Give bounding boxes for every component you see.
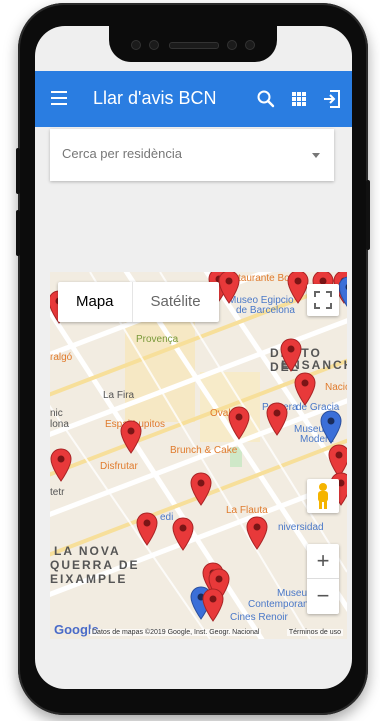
map-marker-icon[interactable] [246, 516, 268, 550]
map-type-map-button[interactable]: Mapa [58, 282, 132, 322]
map-marker-icon[interactable] [172, 517, 194, 551]
zoom-control: + − [307, 544, 339, 614]
district-label: QUERRA DE [50, 558, 140, 572]
map-label: Provença [136, 334, 179, 345]
pegman-icon [318, 483, 328, 509]
map-attribution: Datos de mapas ©2019 Google, Inst. Geogr… [90, 629, 262, 636]
map-marker-icon[interactable] [136, 512, 158, 546]
street-view-button[interactable] [307, 479, 339, 513]
map-marker-blue-icon[interactable] [320, 410, 342, 444]
map-footer: Google Datos de mapas ©2019 Google, Inst… [50, 622, 347, 639]
search-icon[interactable] [254, 87, 278, 111]
map-marker-blue-icon[interactable] [338, 276, 347, 310]
camera-icon [131, 40, 141, 50]
map-label: Museu [277, 588, 308, 599]
grid-icon[interactable] [287, 87, 311, 111]
sensor-icon [245, 40, 255, 50]
app-bar: Llar d'avis BCN [35, 71, 352, 127]
sensor-icon [227, 40, 237, 50]
phone-side-button [16, 148, 20, 194]
district-label: EIXAMPLE [50, 572, 128, 586]
map-label: ralgó [50, 352, 73, 363]
map-marker-icon[interactable] [266, 402, 288, 436]
residence-select-placeholder: Cerca per residència [62, 146, 182, 161]
terms-link[interactable]: Términos de uso [286, 629, 343, 636]
map-label: tetr [50, 487, 65, 498]
map-marker-icon[interactable] [120, 420, 142, 454]
phone-side-button [366, 180, 370, 250]
fullscreen-button[interactable] [307, 284, 339, 316]
map-label: La Fira [103, 390, 135, 401]
map-marker-icon[interactable] [228, 406, 250, 440]
map-label: Cines Renoir [230, 612, 288, 623]
residence-select[interactable]: Cerca per residència [50, 129, 334, 181]
app-title: Llar d'avis BCN [93, 88, 217, 108]
map-label: niversidad [278, 522, 324, 533]
hamburger-icon[interactable] [51, 91, 67, 105]
phone-side-button [16, 210, 20, 256]
map-type-control: Mapa Satélite [58, 282, 219, 322]
speaker-grille [169, 42, 219, 49]
district-label: LA NOVA [54, 544, 121, 558]
map-label: de Barcelona [236, 305, 295, 316]
map-label: Contemporan [248, 599, 309, 610]
map-marker-icon[interactable] [202, 588, 224, 622]
map-label: La Flauta [226, 505, 268, 516]
map-view[interactable]: staurante Bo Museo Egipcio de Barcelona … [50, 272, 347, 639]
map-label: nic [50, 408, 63, 419]
map-marker-icon[interactable] [280, 338, 302, 372]
map-marker-icon[interactable] [190, 472, 212, 506]
exit-icon[interactable] [320, 87, 344, 111]
zoom-out-button[interactable]: − [307, 579, 339, 613]
map-marker-icon[interactable] [50, 448, 72, 482]
map-type-satellite-button[interactable]: Satélite [131, 282, 219, 322]
dropdown-caret-icon[interactable] [312, 153, 320, 158]
map-label: Disfrutar [100, 461, 138, 472]
sensor-icon [149, 40, 159, 50]
map-label: Nacio [325, 382, 347, 393]
map-marker-icon[interactable] [218, 272, 240, 304]
app-screen: Llar d'avis BCN Cerca per residència sta… [35, 26, 352, 689]
map-label: Brunch & Cake [170, 445, 238, 456]
map-marker-icon[interactable] [294, 372, 316, 406]
map-label: lona [50, 419, 69, 430]
fullscreen-icon [314, 291, 332, 309]
map-label: staurante Bo [233, 273, 290, 284]
zoom-in-button[interactable]: + [307, 544, 339, 578]
phone-notch [109, 26, 277, 62]
map-marker-icon[interactable] [287, 272, 309, 304]
